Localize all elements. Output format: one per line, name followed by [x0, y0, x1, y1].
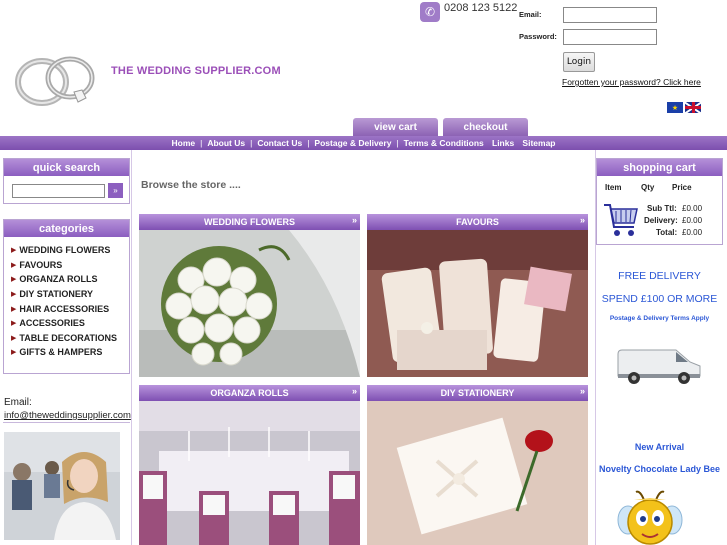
category-tile-organza-rolls[interactable]: ORGANZA ROLLS» [139, 385, 360, 545]
nav-separator: | [307, 138, 310, 148]
checkout-tab[interactable]: checkout [443, 118, 528, 136]
logo-rings[interactable] [12, 44, 102, 112]
email-label: Email: [519, 10, 542, 19]
chevron-right-icon: » [351, 215, 357, 225]
favours-image[interactable] [367, 230, 588, 377]
chevron-right-icon: » [351, 386, 357, 396]
forgot-password-link[interactable]: Forgotten your password? Click here [562, 77, 701, 87]
tile-header[interactable]: DIY STATIONERY» [367, 385, 588, 401]
category-tile-favours[interactable]: FAVOURS» [367, 214, 588, 377]
category-item[interactable]: ▶ WEDDING FLOWERS [11, 243, 129, 258]
column-divider [131, 150, 132, 545]
password-label: Password: [519, 32, 557, 41]
nav-separator: | [396, 138, 399, 148]
nav-separator: | [250, 138, 253, 148]
category-item[interactable]: ▶ GIFTS & HAMPERS [11, 345, 129, 360]
chevron-right-icon: » [579, 215, 585, 225]
double-chevron-right-icon[interactable]: » [108, 183, 123, 198]
triangle-right-icon: ▶ [11, 320, 17, 328]
spend-over-text: SPEND £100 OR MORE [601, 293, 718, 305]
delivery-van-image [614, 346, 704, 386]
triangle-right-icon: ▶ [11, 305, 17, 313]
uk-flag-icon[interactable] [685, 102, 701, 113]
category-item[interactable]: ▶ DIY STATIONERY [11, 287, 129, 302]
diy-stationery-image[interactable] [367, 401, 588, 545]
cart-delivery-value: £0.00 [682, 216, 703, 225]
tile-header[interactable]: FAVOURS» [367, 214, 588, 230]
cart-col-item: Item [605, 183, 622, 192]
nav-links[interactable]: Links [492, 138, 514, 148]
category-item[interactable]: ▶ FAVOURS [11, 258, 129, 273]
category-item[interactable]: ▶ HAIR ACCESSORIES [11, 301, 129, 316]
nav-terms[interactable]: Terms & Conditions [404, 138, 484, 148]
quick-search-title: quick search [4, 159, 129, 176]
shopping-cart-box: shopping cart Item Qty Price Sub Ttl: £0… [596, 158, 723, 245]
category-tile-diy-stationery[interactable]: DIY STATIONERY» [367, 385, 588, 545]
cart-total-label: Total: [656, 228, 678, 237]
shopping-trolley-icon [602, 199, 640, 241]
free-delivery-text: FREE DELIVERY [618, 270, 701, 282]
triangle-right-icon: ▶ [11, 261, 17, 269]
triangle-right-icon: ▶ [11, 291, 17, 299]
nav-about-us[interactable]: About Us [207, 138, 245, 148]
search-input[interactable] [12, 184, 105, 198]
phone-icon: ✆ [420, 2, 440, 22]
triangle-right-icon: ▶ [11, 349, 17, 357]
cart-col-price: Price [672, 183, 692, 192]
triangle-right-icon: ▶ [11, 276, 17, 284]
triangle-right-icon: ▶ [11, 334, 17, 342]
cart-total-value: £0.00 [682, 228, 703, 237]
category-item[interactable]: ▶ TABLE DECORATIONS [11, 331, 129, 346]
chocolate-bee-image[interactable] [614, 486, 686, 545]
chevron-right-icon: » [579, 386, 585, 396]
new-arrival-product-link[interactable]: Novelty Chocolate Lady Bee [596, 464, 723, 474]
contact-email-link[interactable]: info@theweddingsupplier.com [4, 410, 131, 421]
nav-home[interactable]: Home [171, 138, 195, 148]
cart-col-qty: Qty [641, 183, 655, 192]
password-field[interactable] [563, 29, 657, 45]
category-item[interactable]: ▶ ORGANZA ROLLS [11, 272, 129, 287]
triangle-right-icon: ▶ [11, 247, 17, 255]
tile-header[interactable]: ORGANZA ROLLS» [139, 385, 360, 401]
quick-search-box: quick search » [3, 158, 130, 204]
contact-email-label: Email: [4, 397, 32, 408]
category-item[interactable]: ▶ ACCESSORIES [11, 316, 129, 331]
browse-title: Browse the store .... [141, 179, 241, 191]
nav-postage-delivery[interactable]: Postage & Delivery [314, 138, 391, 148]
cart-subtotal-label: Sub Ttl: [647, 204, 677, 213]
organza-rolls-image[interactable] [139, 401, 360, 545]
site-title[interactable]: THE WEDDING SUPPLIER.COM [111, 65, 281, 77]
shopping-cart-title: shopping cart [597, 159, 722, 176]
customer-service-photo [4, 432, 120, 540]
main-nav: Home | About Us | Contact Us | Postage &… [0, 136, 727, 150]
category-tile-wedding-flowers[interactable]: WEDDING FLOWERS» [139, 214, 360, 377]
view-cart-tab[interactable]: view cart [353, 118, 438, 136]
tile-header[interactable]: WEDDING FLOWERS» [139, 214, 360, 230]
email-field[interactable] [563, 7, 657, 23]
wedding-flowers-image[interactable] [139, 230, 360, 377]
nav-separator: | [200, 138, 203, 148]
delivery-terms-link[interactable]: Postage & Delivery Terms Apply [596, 315, 723, 322]
categories-title: categories [4, 220, 129, 237]
new-arrival-heading: New Arrival [634, 442, 685, 452]
divider [3, 422, 130, 423]
cart-subtotal-value: £0.00 [682, 204, 703, 213]
eu-flag-icon[interactable]: ★ [667, 102, 683, 113]
nav-sitemap[interactable]: Sitemap [522, 138, 555, 148]
phone-number: 0208 123 5122 [444, 2, 518, 14]
login-button[interactable]: Login [563, 52, 595, 72]
cart-delivery-label: Delivery: [644, 216, 678, 225]
category-list: ▶ WEDDING FLOWERS ▶ FAVOURS ▶ ORGANZA ROLLS… [4, 237, 129, 360]
nav-contact-us[interactable]: Contact Us [257, 138, 302, 148]
categories-box: categories ▶ WEDDING FLOWERS ▶ FAVOURS ▶ OR… [3, 219, 130, 374]
